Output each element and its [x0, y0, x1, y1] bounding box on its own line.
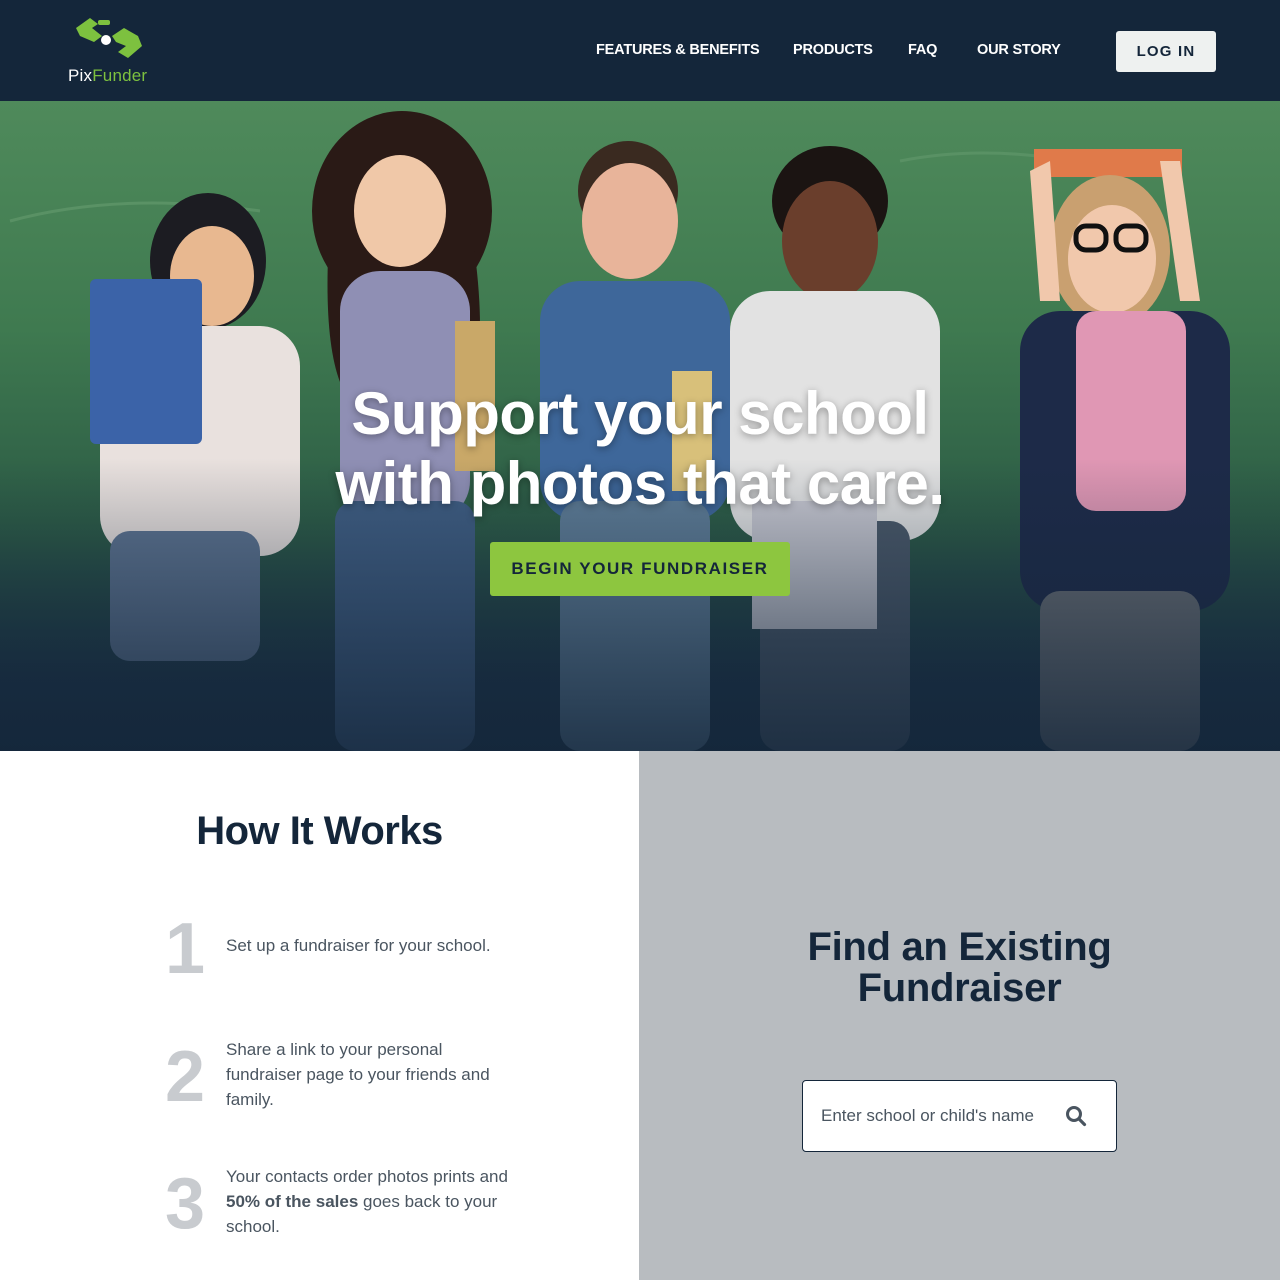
step-description: Share a link to your personal fundraiser…: [226, 1040, 490, 1109]
fundraiser-search-box: [802, 1080, 1117, 1152]
find-title-line-1: Find an Existing: [807, 925, 1112, 969]
find-fundraiser-section: Find an Existing Fundraiser: [639, 751, 1280, 1280]
logo-wordmark: PixFunder: [68, 66, 148, 85]
step-item: 3 Your contacts order photos prints and …: [0, 1164, 639, 1258]
step-item: 2 Share a link to your personal fundrais…: [0, 1037, 639, 1131]
find-fundraiser-title: Find an Existing Fundraiser: [639, 927, 1280, 1009]
step-description: Set up a fundraiser for your school.: [226, 936, 491, 955]
nav-products[interactable]: PRODUCTS: [793, 42, 873, 62]
hero-headline: Support your school with photos that car…: [240, 379, 1040, 519]
nav-features-benefits[interactable]: FEATURES & BENEFITS: [596, 42, 760, 62]
how-it-works-title: How It Works: [196, 809, 443, 853]
step-number: 1: [164, 909, 206, 989]
step-number: 2: [164, 1037, 206, 1117]
step-text-bold: 50% of the sales: [226, 1192, 359, 1211]
step-item: 1 Set up a fundraiser for your school.: [0, 913, 639, 1003]
search-icon[interactable]: [1065, 1105, 1087, 1127]
login-button[interactable]: LOG IN: [1116, 31, 1216, 72]
pixfunder-logo-icon: [76, 18, 142, 58]
step-description: Your contacts order photos prints and 50…: [226, 1164, 516, 1239]
step-text-start: Your contacts order photos prints and: [226, 1167, 508, 1186]
fundraiser-search-input[interactable]: [821, 1101, 1051, 1131]
begin-fundraiser-button[interactable]: BEGIN YOUR FUNDRAISER: [490, 542, 790, 596]
how-it-works-section: How It Works 1 Set up a fundraiser for y…: [0, 751, 639, 1280]
find-title-line-2: Fundraiser: [857, 966, 1062, 1010]
pixfunder-logo[interactable]: PixFunder: [68, 14, 148, 86]
nav-our-story[interactable]: OUR STORY: [977, 42, 1061, 62]
nav-faq[interactable]: FAQ: [908, 42, 937, 62]
site-header: PixFunder FEATURES & BENEFITS PRODUCTS F…: [0, 0, 1280, 101]
hero-headline-line-2: with photos that care.: [335, 450, 945, 517]
hero-banner: Support your school with photos that car…: [0, 101, 1280, 751]
step-number: 3: [164, 1164, 206, 1244]
hero-headline-line-1: Support your school: [351, 380, 929, 447]
